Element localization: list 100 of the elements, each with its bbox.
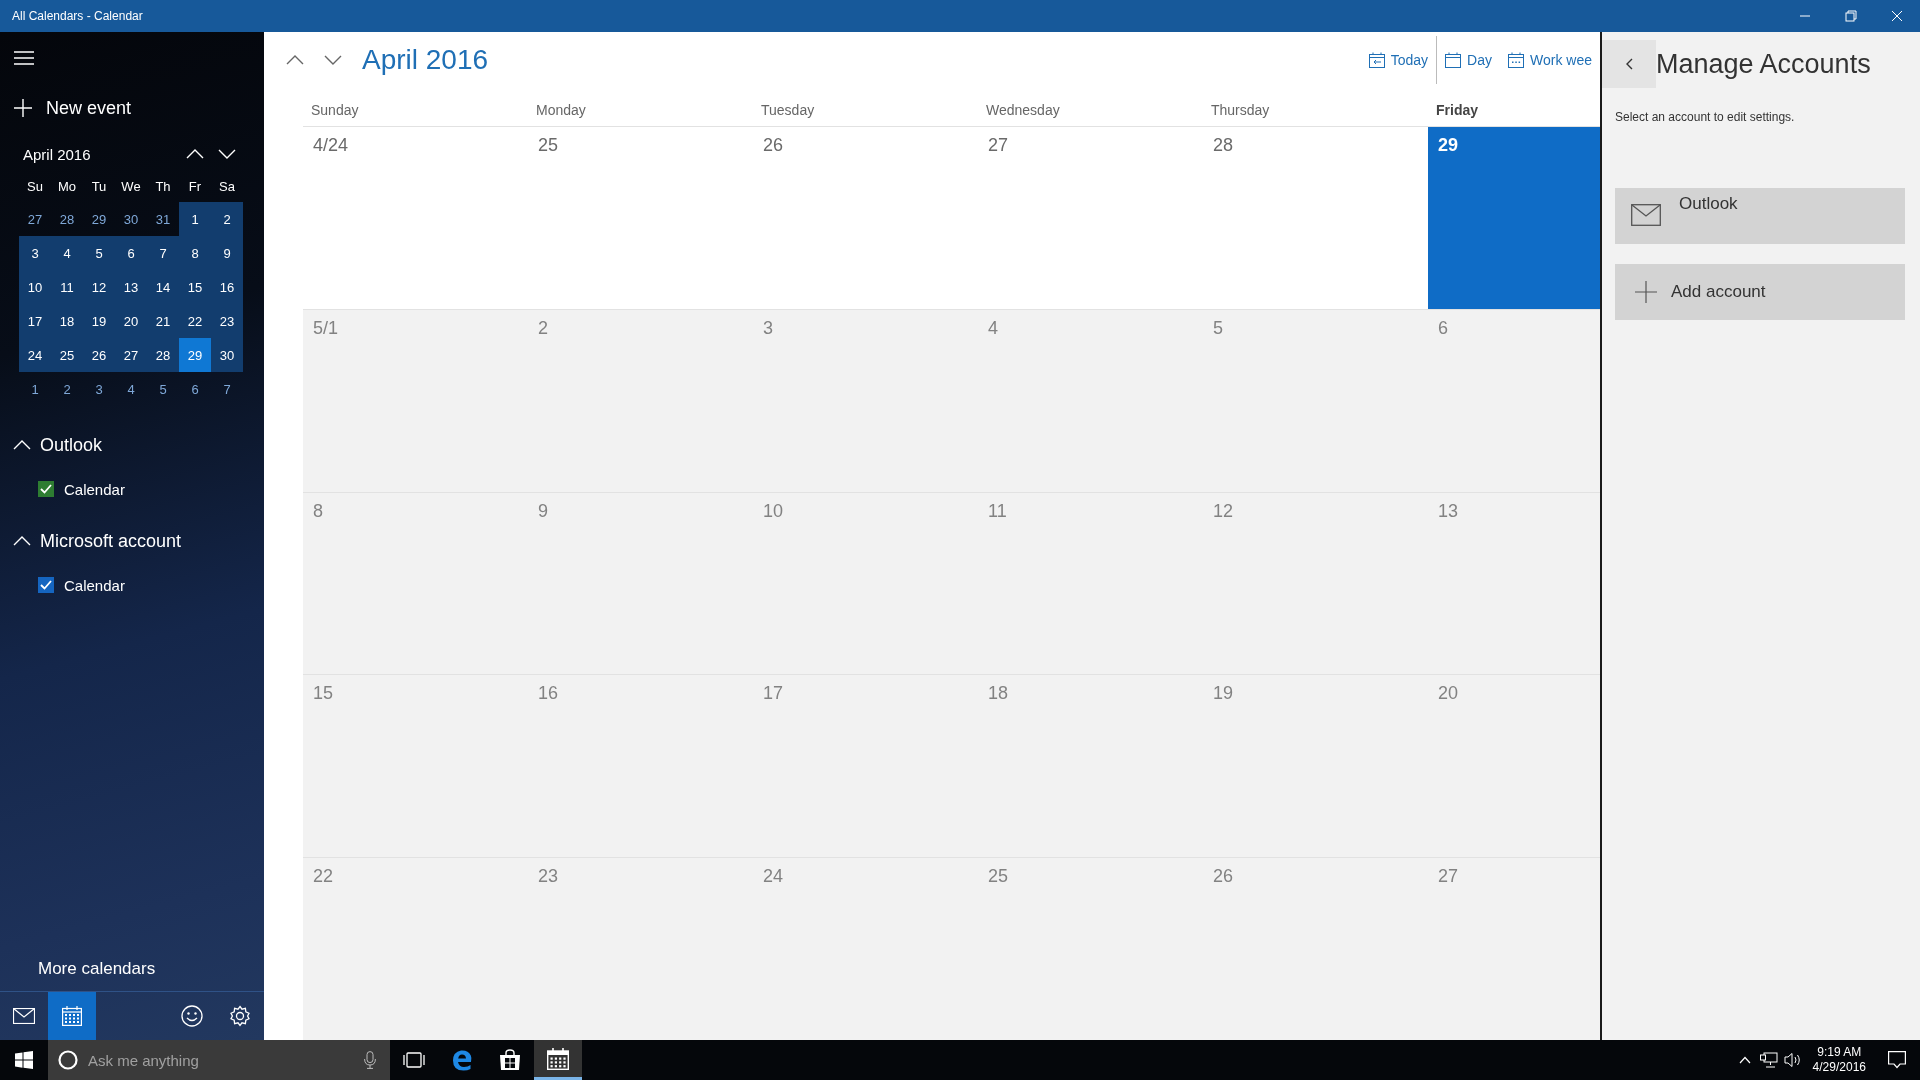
day-cell[interactable]: 23 (528, 858, 753, 1040)
calendar-icon (1508, 52, 1524, 68)
date-cell[interactable]: 30 (211, 338, 243, 372)
plus-icon (1635, 281, 1657, 303)
calendar-toggle[interactable]: Calendar (38, 476, 131, 502)
date-cell[interactable]: 27 (115, 338, 147, 372)
date-cell[interactable]: 9 (211, 236, 243, 270)
weekday-label: Su (26, 177, 44, 196)
date-cell[interactable]: 23 (211, 304, 243, 338)
task-view-icon (402, 1052, 426, 1068)
date-cell[interactable]: 5 (147, 372, 179, 406)
check-icon (40, 580, 52, 590)
date-cell[interactable]: 6 (115, 236, 147, 270)
shopping-bag-icon (499, 1049, 521, 1071)
speech-bubble-icon (1888, 1051, 1906, 1069)
date-cell[interactable]: 26 (83, 338, 115, 372)
date-cell[interactable]: 13 (115, 270, 147, 304)
calendar-group-header[interactable]: Outlook (12, 428, 109, 462)
microphone-icon[interactable] (364, 1051, 376, 1069)
restore-icon (1845, 10, 1857, 22)
day-cell[interactable]: 3 (753, 309, 978, 492)
calendar-icon (547, 1047, 569, 1070)
date-cell[interactable]: 28 (51, 202, 83, 236)
weekday-label: Fr (187, 177, 203, 196)
weekday-label: Th (154, 177, 172, 196)
date-cell[interactable]: 7 (147, 236, 179, 270)
day-cell[interactable]: 26 (1203, 858, 1428, 1040)
date-cell[interactable]: 30 (115, 202, 147, 236)
date-cell[interactable]: 11 (51, 270, 83, 304)
weekday-label: Tuesday (760, 101, 816, 120)
date-cell[interactable]: 4 (115, 372, 147, 406)
edge-icon (451, 1049, 473, 1071)
date-cell[interactable]: 22 (179, 304, 211, 338)
today-button[interactable]: Today (1360, 40, 1437, 80)
date-cell[interactable]: 1 (179, 202, 211, 236)
date-cell[interactable]: 20 (115, 304, 147, 338)
more-calendars-link[interactable]: More calendars (30, 947, 164, 991)
day-cell[interactable]: 25 (978, 858, 1203, 1040)
calendar-icon (62, 1006, 82, 1026)
date-cell[interactable]: 24 (19, 338, 51, 372)
weekday-label: Monday (535, 101, 587, 120)
checkbox[interactable] (38, 577, 54, 593)
day-cell[interactable]: 22 (303, 858, 528, 1040)
chevron-left-icon (1625, 58, 1633, 70)
weekday-label: Sa (218, 177, 236, 196)
menu-icon (14, 51, 34, 65)
calendar-button[interactable] (48, 992, 96, 1040)
date-cell[interactable]: 5 (83, 236, 115, 270)
date-cell[interactable]: 29 (179, 338, 211, 372)
new-event-button[interactable]: New event (14, 88, 140, 128)
date-cell[interactable]: 12 (83, 270, 115, 304)
day-view-button[interactable]: Day (1437, 40, 1500, 80)
date-cell[interactable]: 19 (83, 304, 115, 338)
date-cell[interactable]: 2 (51, 372, 83, 406)
day-cell[interactable]: 6 (1428, 309, 1600, 492)
account-tile[interactable]: Outlook (1615, 188, 1905, 244)
speaker-icon (1783, 1052, 1802, 1068)
checkbox[interactable] (38, 481, 54, 497)
date-cell[interactable]: 28 (147, 338, 179, 372)
date-cell[interactable]: 27 (19, 202, 51, 236)
day-cell[interactable]: 8 (303, 492, 528, 675)
network-icon (1759, 1052, 1778, 1068)
search-field[interactable]: Ask me anything (48, 1040, 390, 1080)
add-account-button[interactable]: Add account (1615, 264, 1905, 320)
panel-title: Manage Accounts (1656, 48, 1871, 80)
calendar-toggle[interactable]: Calendar (38, 572, 131, 598)
date-cell[interactable]: 7 (211, 372, 243, 406)
date-cell[interactable]: 31 (147, 202, 179, 236)
work-week-button[interactable]: Work wee (1500, 40, 1600, 80)
calendar-app-button[interactable] (534, 1040, 582, 1080)
date-cell[interactable]: 16 (211, 270, 243, 304)
day-cell[interactable]: 29 (1428, 127, 1600, 309)
mail-icon (1631, 204, 1661, 226)
date-cell[interactable]: 6 (179, 372, 211, 406)
date-cell[interactable]: 21 (147, 304, 179, 338)
weekday-label: Tu (90, 177, 108, 196)
smiley-icon (181, 1005, 203, 1027)
clock[interactable]: 9:19 AM 4/29/2016 (1804, 1040, 1874, 1080)
date-cell[interactable]: 17 (19, 304, 51, 338)
weekday-label: Thursday (1210, 101, 1271, 120)
today-icon (1368, 52, 1385, 68)
date-cell[interactable]: 1 (19, 372, 51, 406)
date-cell[interactable]: 10 (19, 270, 51, 304)
month-title: April 2016 (22, 145, 92, 163)
date-cell[interactable]: 14 (147, 270, 179, 304)
date-cell[interactable]: 15 (179, 270, 211, 304)
date-cell[interactable]: 8 (179, 236, 211, 270)
date-cell[interactable]: 3 (19, 236, 51, 270)
calendar-group-header[interactable]: Microsoft account (12, 524, 188, 558)
day-cell[interactable]: 2 (528, 309, 753, 492)
date-cell[interactable]: 4 (51, 236, 83, 270)
date-cell[interactable]: 25 (51, 338, 83, 372)
weekday-label: We (120, 177, 142, 196)
date-cell[interactable]: 2 (211, 202, 243, 236)
day-cell[interactable]: 9 (528, 492, 753, 675)
date-cell[interactable]: 3 (83, 372, 115, 406)
date-cell[interactable]: 29 (83, 202, 115, 236)
day-cell[interactable]: 20 (1428, 675, 1600, 858)
panel-hint: Select an account to edit settings. (1615, 110, 1795, 124)
date-cell[interactable]: 18 (51, 304, 83, 338)
